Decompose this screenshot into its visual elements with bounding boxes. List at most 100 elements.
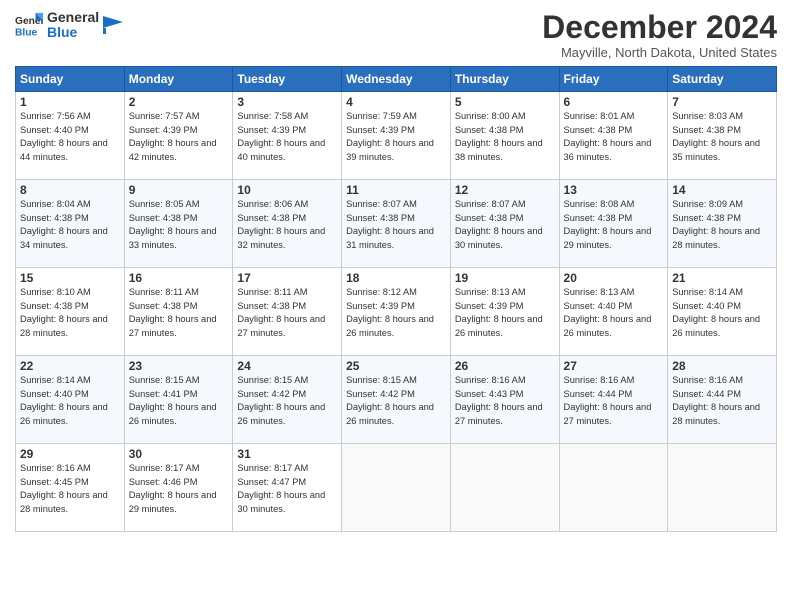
- day-number: 6: [564, 95, 664, 109]
- day-info: Sunrise: 8:11 AMSunset: 4:38 PMDaylight:…: [237, 287, 325, 337]
- calendar-body: 1 Sunrise: 7:56 AMSunset: 4:40 PMDaylight…: [16, 92, 777, 532]
- day-number: 5: [455, 95, 555, 109]
- calendar-cell: 21 Sunrise: 8:14 AMSunset: 4:40 PMDayligh…: [668, 268, 777, 356]
- day-info: Sunrise: 8:15 AMSunset: 4:41 PMDaylight:…: [129, 375, 217, 425]
- column-header-thursday: Thursday: [450, 67, 559, 92]
- day-number: 15: [20, 271, 120, 285]
- calendar-cell: 18 Sunrise: 8:12 AMSunset: 4:39 PMDayligh…: [342, 268, 451, 356]
- day-info: Sunrise: 8:01 AMSunset: 4:38 PMDaylight:…: [564, 111, 652, 161]
- day-info: Sunrise: 8:04 AMSunset: 4:38 PMDaylight:…: [20, 199, 108, 249]
- day-number: 22: [20, 359, 120, 373]
- day-number: 30: [129, 447, 229, 461]
- calendar-cell: 12 Sunrise: 8:07 AMSunset: 4:38 PMDayligh…: [450, 180, 559, 268]
- day-number: 4: [346, 95, 446, 109]
- calendar-cell: 24 Sunrise: 8:15 AMSunset: 4:42 PMDayligh…: [233, 356, 342, 444]
- column-header-sunday: Sunday: [16, 67, 125, 92]
- logo-general: General: [47, 10, 99, 25]
- day-number: 9: [129, 183, 229, 197]
- calendar-cell: [559, 444, 668, 532]
- day-number: 23: [129, 359, 229, 373]
- day-info: Sunrise: 8:16 AMSunset: 4:44 PMDaylight:…: [672, 375, 760, 425]
- calendar-week-row: 15 Sunrise: 8:10 AMSunset: 4:38 PMDayligh…: [16, 268, 777, 356]
- svg-text:Blue: Blue: [15, 28, 38, 39]
- day-info: Sunrise: 8:03 AMSunset: 4:38 PMDaylight:…: [672, 111, 760, 161]
- calendar-cell: 4 Sunrise: 7:59 AMSunset: 4:39 PMDaylight…: [342, 92, 451, 180]
- calendar-cell: 29 Sunrise: 8:16 AMSunset: 4:45 PMDayligh…: [16, 444, 125, 532]
- logo: General Blue General Blue: [15, 10, 123, 41]
- day-number: 14: [672, 183, 772, 197]
- day-info: Sunrise: 7:59 AMSunset: 4:39 PMDaylight:…: [346, 111, 434, 161]
- day-number: 26: [455, 359, 555, 373]
- day-info: Sunrise: 7:58 AMSunset: 4:39 PMDaylight:…: [237, 111, 325, 161]
- day-info: Sunrise: 8:16 AMSunset: 4:43 PMDaylight:…: [455, 375, 543, 425]
- day-number: 2: [129, 95, 229, 109]
- day-info: Sunrise: 8:13 AMSunset: 4:40 PMDaylight:…: [564, 287, 652, 337]
- column-header-wednesday: Wednesday: [342, 67, 451, 92]
- header: General Blue General Blue December 2024 …: [15, 10, 777, 60]
- day-number: 19: [455, 271, 555, 285]
- day-number: 18: [346, 271, 446, 285]
- day-info: Sunrise: 8:17 AMSunset: 4:46 PMDaylight:…: [129, 463, 217, 513]
- calendar-table: SundayMondayTuesdayWednesdayThursdayFrid…: [15, 66, 777, 532]
- calendar-week-row: 1 Sunrise: 7:56 AMSunset: 4:40 PMDaylight…: [16, 92, 777, 180]
- logo-flag-icon: [103, 16, 123, 34]
- calendar-week-row: 29 Sunrise: 8:16 AMSunset: 4:45 PMDayligh…: [16, 444, 777, 532]
- location: Mayville, North Dakota, United States: [542, 45, 777, 60]
- day-number: 10: [237, 183, 337, 197]
- day-info: Sunrise: 8:12 AMSunset: 4:39 PMDaylight:…: [346, 287, 434, 337]
- calendar-cell: 22 Sunrise: 8:14 AMSunset: 4:40 PMDayligh…: [16, 356, 125, 444]
- calendar-cell: 20 Sunrise: 8:13 AMSunset: 4:40 PMDayligh…: [559, 268, 668, 356]
- day-info: Sunrise: 8:13 AMSunset: 4:39 PMDaylight:…: [455, 287, 543, 337]
- day-info: Sunrise: 8:16 AMSunset: 4:45 PMDaylight:…: [20, 463, 108, 513]
- calendar-cell: 9Sunrise: 8:05 AMSunset: 4:38 PMDaylight…: [124, 180, 233, 268]
- column-header-tuesday: Tuesday: [233, 67, 342, 92]
- day-info: Sunrise: 8:10 AMSunset: 4:38 PMDaylight:…: [20, 287, 108, 337]
- day-number: 24: [237, 359, 337, 373]
- day-number: 8: [20, 183, 120, 197]
- calendar-cell: [668, 444, 777, 532]
- day-info: Sunrise: 8:16 AMSunset: 4:44 PMDaylight:…: [564, 375, 652, 425]
- day-number: 13: [564, 183, 664, 197]
- day-number: 29: [20, 447, 120, 461]
- day-info: Sunrise: 8:07 AMSunset: 4:38 PMDaylight:…: [455, 199, 543, 249]
- calendar-cell: 5 Sunrise: 8:00 AMSunset: 4:38 PMDaylight…: [450, 92, 559, 180]
- day-info: Sunrise: 8:15 AMSunset: 4:42 PMDaylight:…: [237, 375, 325, 425]
- day-info: Sunrise: 8:14 AMSunset: 4:40 PMDaylight:…: [20, 375, 108, 425]
- day-info: Sunrise: 8:17 AMSunset: 4:47 PMDaylight:…: [237, 463, 325, 513]
- day-number: 7: [672, 95, 772, 109]
- day-info: Sunrise: 8:11 AMSunset: 4:38 PMDaylight:…: [129, 287, 217, 337]
- calendar-cell: 10Sunrise: 8:06 AMSunset: 4:38 PMDayligh…: [233, 180, 342, 268]
- calendar-header-row: SundayMondayTuesdayWednesdayThursdayFrid…: [16, 67, 777, 92]
- calendar-week-row: 8 Sunrise: 8:04 AMSunset: 4:38 PMDaylight…: [16, 180, 777, 268]
- day-number: 1: [20, 95, 120, 109]
- day-info: Sunrise: 8:08 AMSunset: 4:38 PMDaylight:…: [564, 199, 652, 249]
- day-info: Sunrise: 7:56 AMSunset: 4:40 PMDaylight:…: [20, 111, 108, 161]
- calendar-cell: 14 Sunrise: 8:09 AMSunset: 4:38 PMDayligh…: [668, 180, 777, 268]
- calendar-cell: 2 Sunrise: 7:57 AMSunset: 4:39 PMDaylight…: [124, 92, 233, 180]
- calendar-cell: 6 Sunrise: 8:01 AMSunset: 4:38 PMDaylight…: [559, 92, 668, 180]
- column-header-friday: Friday: [559, 67, 668, 92]
- day-info: Sunrise: 8:07 AMSunset: 4:38 PMDaylight:…: [346, 199, 434, 249]
- calendar-cell: 3Sunrise: 7:58 AMSunset: 4:39 PMDaylight…: [233, 92, 342, 180]
- page: General Blue General Blue December 2024 …: [0, 0, 792, 612]
- day-number: 11: [346, 183, 446, 197]
- day-number: 28: [672, 359, 772, 373]
- calendar-week-row: 22 Sunrise: 8:14 AMSunset: 4:40 PMDayligh…: [16, 356, 777, 444]
- day-info: Sunrise: 8:00 AMSunset: 4:38 PMDaylight:…: [455, 111, 543, 161]
- day-number: 16: [129, 271, 229, 285]
- calendar-cell: 1 Sunrise: 7:56 AMSunset: 4:40 PMDaylight…: [16, 92, 125, 180]
- day-info: Sunrise: 8:15 AMSunset: 4:42 PMDaylight:…: [346, 375, 434, 425]
- day-info: Sunrise: 8:09 AMSunset: 4:38 PMDaylight:…: [672, 199, 760, 249]
- day-number: 12: [455, 183, 555, 197]
- calendar-cell: 28 Sunrise: 8:16 AMSunset: 4:44 PMDayligh…: [668, 356, 777, 444]
- column-header-saturday: Saturday: [668, 67, 777, 92]
- calendar-cell: 16 Sunrise: 8:11 AMSunset: 4:38 PMDayligh…: [124, 268, 233, 356]
- day-info: Sunrise: 7:57 AMSunset: 4:39 PMDaylight:…: [129, 111, 217, 161]
- month-title: December 2024: [542, 10, 777, 45]
- logo-icon: General Blue: [15, 11, 43, 39]
- day-number: 21: [672, 271, 772, 285]
- day-info: Sunrise: 8:14 AMSunset: 4:40 PMDaylight:…: [672, 287, 760, 337]
- day-number: 31: [237, 447, 337, 461]
- day-number: 20: [564, 271, 664, 285]
- calendar-cell: 27Sunrise: 8:16 AMSunset: 4:44 PMDayligh…: [559, 356, 668, 444]
